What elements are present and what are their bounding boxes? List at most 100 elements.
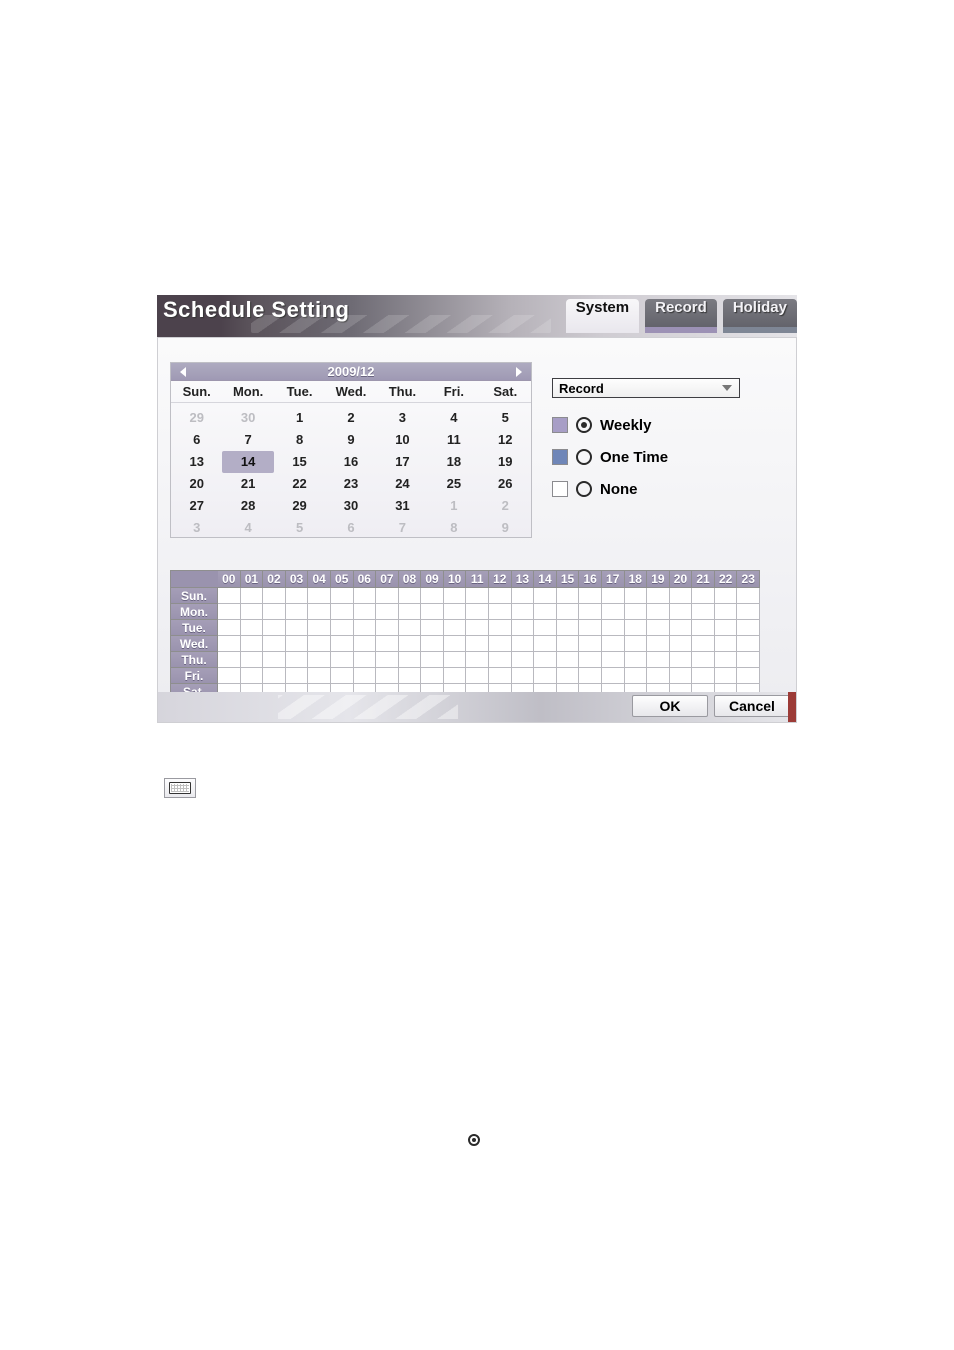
hour-cell[interactable] — [625, 620, 648, 636]
hour-cell[interactable] — [670, 588, 693, 604]
hour-cell[interactable] — [399, 668, 422, 684]
calendar-day[interactable]: 24 — [377, 473, 428, 495]
mode-select[interactable]: Record — [552, 378, 740, 398]
cancel-button[interactable]: Cancel — [714, 695, 790, 717]
hour-cell[interactable] — [534, 588, 557, 604]
hour-header-cell[interactable]: 17 — [602, 570, 625, 588]
calendar-day[interactable]: 29 — [274, 495, 325, 517]
hour-cell[interactable] — [557, 604, 580, 620]
hour-cell[interactable] — [399, 604, 422, 620]
hour-cell[interactable] — [512, 652, 535, 668]
hour-cell[interactable] — [715, 588, 738, 604]
hour-header-cell[interactable]: 11 — [466, 570, 489, 588]
hour-cell[interactable] — [218, 604, 241, 620]
hour-cell[interactable] — [625, 604, 648, 620]
calendar-day[interactable]: 30 — [222, 407, 273, 429]
calendar-day[interactable]: 21 — [222, 473, 273, 495]
calendar-day[interactable]: 4 — [428, 407, 479, 429]
hour-header-cell[interactable]: 16 — [579, 570, 602, 588]
hour-header-cell[interactable]: 03 — [286, 570, 309, 588]
hour-cell[interactable] — [354, 636, 377, 652]
hour-cell[interactable] — [715, 636, 738, 652]
calendar-day[interactable]: 28 — [222, 495, 273, 517]
hour-cell[interactable] — [534, 652, 557, 668]
hour-cell[interactable] — [241, 620, 264, 636]
hour-cell[interactable] — [602, 668, 625, 684]
hour-cell[interactable] — [376, 668, 399, 684]
hour-cell[interactable] — [241, 668, 264, 684]
option-none[interactable]: None — [552, 478, 772, 500]
hour-cell[interactable] — [602, 636, 625, 652]
hour-row-label[interactable]: Mon. — [170, 604, 218, 620]
hour-header-cell[interactable]: 05 — [331, 570, 354, 588]
calendar-day[interactable]: 17 — [377, 451, 428, 473]
hour-cell[interactable] — [286, 620, 309, 636]
hour-cell[interactable] — [534, 620, 557, 636]
calendar-day[interactable]: 30 — [325, 495, 376, 517]
hour-cell[interactable] — [647, 604, 670, 620]
hour-cell[interactable] — [512, 620, 535, 636]
hour-cell[interactable] — [308, 652, 331, 668]
hour-cell[interactable] — [489, 604, 512, 620]
option-one-time[interactable]: One Time — [552, 446, 772, 468]
hour-header-cell[interactable]: 20 — [670, 570, 693, 588]
hour-cell[interactable] — [625, 668, 648, 684]
calendar-day[interactable]: 19 — [480, 451, 531, 473]
hour-cell[interactable] — [308, 588, 331, 604]
hour-cell[interactable] — [602, 588, 625, 604]
radio-weekly[interactable] — [576, 417, 592, 433]
calendar-day[interactable]: 1 — [428, 495, 479, 517]
calendar-day[interactable]: 18 — [428, 451, 479, 473]
ok-button[interactable]: OK — [632, 695, 708, 717]
hour-cell[interactable] — [647, 620, 670, 636]
hour-cell[interactable] — [489, 668, 512, 684]
hour-cell[interactable] — [512, 636, 535, 652]
calendar-day[interactable]: 22 — [274, 473, 325, 495]
hour-cell[interactable] — [489, 588, 512, 604]
hour-cell[interactable] — [286, 636, 309, 652]
hour-header-cell[interactable]: 00 — [218, 570, 241, 588]
hour-cell[interactable] — [579, 668, 602, 684]
hour-cell[interactable] — [421, 620, 444, 636]
hour-cell[interactable] — [308, 620, 331, 636]
hour-header-cell[interactable]: 01 — [241, 570, 264, 588]
hour-cell[interactable] — [444, 652, 467, 668]
hour-cell[interactable] — [602, 652, 625, 668]
hour-cell[interactable] — [263, 588, 286, 604]
hour-header-cell[interactable]: 18 — [625, 570, 648, 588]
hour-cell[interactable] — [557, 620, 580, 636]
hour-cell[interactable] — [421, 588, 444, 604]
hour-cell[interactable] — [241, 588, 264, 604]
calendar-day[interactable]: 16 — [325, 451, 376, 473]
hour-cell[interactable] — [489, 636, 512, 652]
hour-cell[interactable] — [557, 668, 580, 684]
hour-cell[interactable] — [331, 620, 354, 636]
hour-cell[interactable] — [399, 588, 422, 604]
hour-cell[interactable] — [263, 620, 286, 636]
hour-cell[interactable] — [218, 668, 241, 684]
calendar-day[interactable]: 3 — [377, 407, 428, 429]
hour-header-cell[interactable]: 14 — [534, 570, 557, 588]
calendar-day[interactable]: 2 — [325, 407, 376, 429]
calendar-day[interactable]: 4 — [222, 517, 273, 539]
calendar-day[interactable]: 26 — [480, 473, 531, 495]
calendar-day[interactable]: 14 — [222, 451, 273, 473]
hour-cell[interactable] — [602, 620, 625, 636]
hour-row-label[interactable]: Tue. — [170, 620, 218, 636]
hour-cell[interactable] — [421, 604, 444, 620]
hour-cell[interactable] — [376, 620, 399, 636]
hour-cell[interactable] — [737, 588, 760, 604]
hour-cell[interactable] — [579, 604, 602, 620]
hour-cell[interactable] — [715, 668, 738, 684]
hour-cell[interactable] — [444, 668, 467, 684]
hour-header-cell[interactable]: 13 — [512, 570, 535, 588]
hour-cell[interactable] — [218, 620, 241, 636]
hour-cell[interactable] — [647, 588, 670, 604]
radio-none[interactable] — [576, 481, 592, 497]
hour-cell[interactable] — [466, 668, 489, 684]
hour-cell[interactable] — [399, 620, 422, 636]
hour-cell[interactable] — [421, 668, 444, 684]
hour-cell[interactable] — [692, 636, 715, 652]
hour-cell[interactable] — [376, 588, 399, 604]
calendar-day[interactable]: 20 — [171, 473, 222, 495]
